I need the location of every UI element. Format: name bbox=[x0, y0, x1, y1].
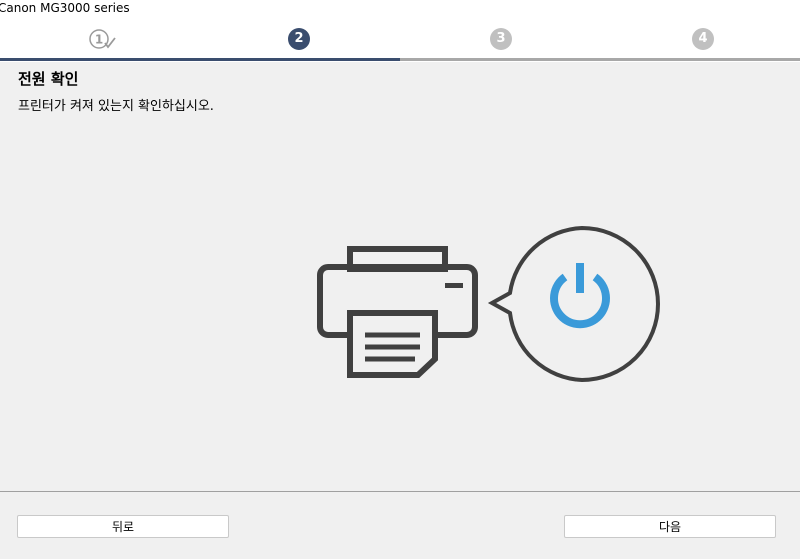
step-1-done-icon: 1 bbox=[88, 28, 118, 50]
step-indicator: 1 2 3 4 bbox=[0, 20, 800, 62]
progress-bar-remaining bbox=[400, 58, 800, 61]
page-title: 전원 확인 bbox=[18, 70, 79, 88]
svg-text:1: 1 bbox=[95, 33, 103, 47]
step-2-current: 2 bbox=[288, 28, 310, 50]
power-icon bbox=[550, 263, 610, 329]
footer-divider bbox=[0, 491, 800, 492]
window-title: Canon MG3000 series bbox=[0, 1, 130, 15]
printer-power-illustration bbox=[310, 225, 670, 385]
progress-bar-completed bbox=[0, 58, 400, 61]
page-instruction: 프린터가 켜져 있는지 확인하십시오. bbox=[18, 99, 214, 114]
step-4-pending: 4 bbox=[692, 28, 714, 50]
printer-icon bbox=[317, 246, 478, 378]
title-bar: Canon MG3000 series bbox=[0, 0, 800, 20]
back-button[interactable]: 뒤로 bbox=[17, 515, 229, 538]
next-button[interactable]: 다음 bbox=[564, 515, 776, 538]
step-3-pending: 3 bbox=[490, 28, 512, 50]
speech-bubble-icon bbox=[487, 225, 660, 383]
